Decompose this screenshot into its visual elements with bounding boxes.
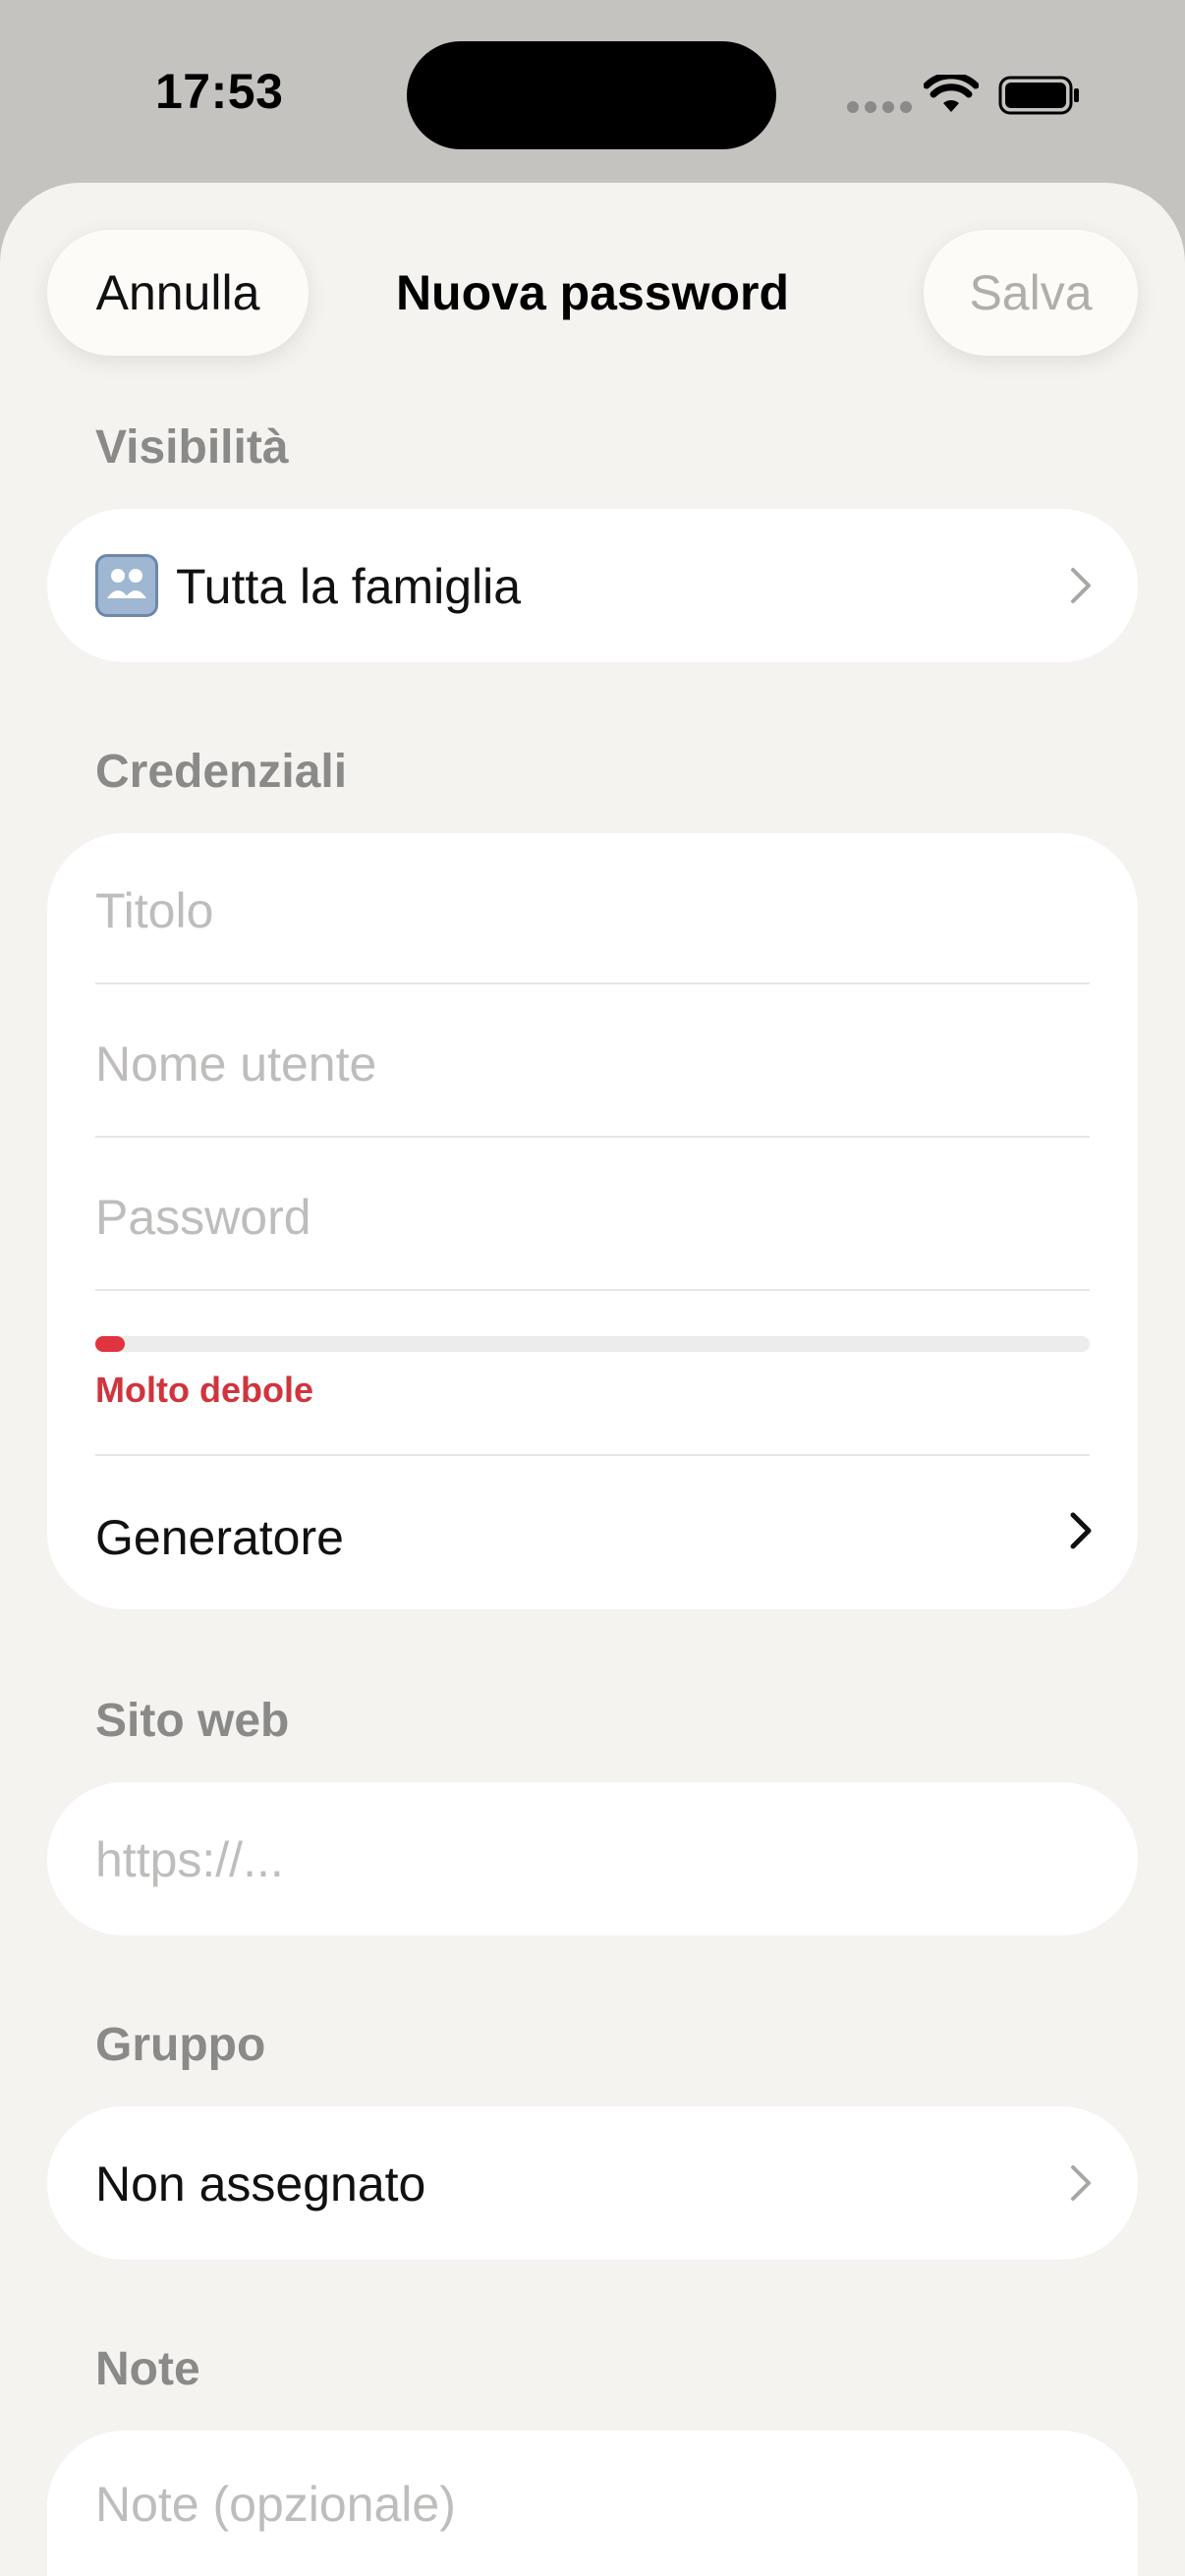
status-time: 17:53: [155, 64, 284, 119]
group-row[interactable]: Non assegnato: [47, 2106, 1138, 2260]
cancel-button[interactable]: Annulla: [47, 230, 309, 356]
generator-label: Generatore: [95, 1510, 344, 1565]
notes-card: Note (opzionale): [47, 2431, 1138, 2576]
chevron-right-icon: [1071, 2165, 1091, 2201]
save-button[interactable]: Salva: [924, 230, 1138, 356]
divider: [95, 1454, 1090, 1456]
visibility-section-header: Visibilità: [95, 421, 289, 474]
dynamic-island: [407, 41, 776, 149]
password-strength-fill: [95, 1336, 126, 1352]
divider: [95, 1136, 1090, 1138]
family-icon: [95, 554, 158, 617]
generator-row[interactable]: Generatore: [95, 1509, 1090, 1588]
screen: 17:53 Nuova password Annulla Salva Visib…: [0, 0, 1185, 2576]
notes-input[interactable]: Note (opzionale): [95, 2476, 1090, 2533]
group-value: Non assegnato: [95, 2156, 426, 2212]
credentials-section-header: Credenziali: [95, 746, 348, 798]
password-strength-label: Molto debole: [95, 1370, 313, 1410]
website-section-header: Sito web: [95, 1695, 290, 1747]
chevron-right-icon: [1070, 1512, 1092, 1549]
chevron-right-icon: [1071, 568, 1091, 603]
title-input[interactable]: Titolo: [95, 882, 1090, 939]
battery-icon: [998, 76, 1079, 115]
password-input[interactable]: Password: [95, 1189, 1090, 1246]
credentials-card: Titolo Nome utente Password Molto debole…: [47, 833, 1138, 1609]
notes-section-header: Note: [95, 2343, 200, 2395]
visibility-row[interactable]: Tutta la famiglia: [47, 509, 1138, 662]
divider: [95, 1289, 1090, 1291]
new-password-sheet: Nuova password Annulla Salva Visibilità …: [0, 183, 1185, 2576]
website-card: https://...: [47, 1782, 1138, 1935]
group-section-header: Gruppo: [95, 2019, 266, 2071]
wifi-icon: [924, 75, 979, 112]
password-strength-bar: [95, 1336, 1090, 1352]
visibility-value: Tutta la famiglia: [176, 559, 522, 614]
divider: [95, 982, 1090, 984]
website-input[interactable]: https://...: [95, 1831, 1090, 1888]
username-input[interactable]: Nome utente: [95, 1036, 1090, 1092]
